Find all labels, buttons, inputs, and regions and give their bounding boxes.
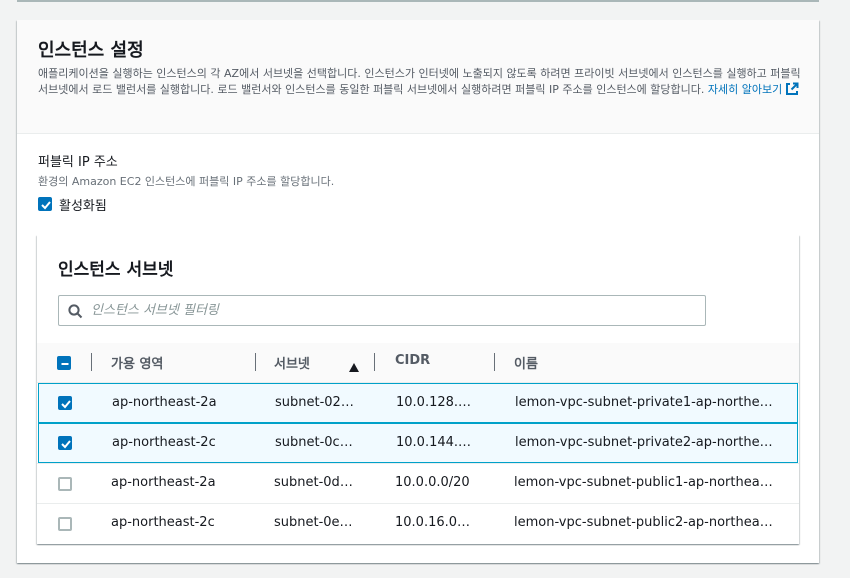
cell-subnet: subnet-0c… — [275, 435, 353, 450]
column-header-subnet[interactable]: 서브넷 — [274, 353, 310, 372]
subnet-filter-input[interactable] — [91, 300, 691, 321]
cell-name: lemon-vpc-subnet-public2-ap-northea… — [514, 515, 773, 530]
section-title: 인스턴스 설정 — [38, 40, 144, 61]
column-header-cidr[interactable]: CIDR — [395, 353, 430, 368]
indeterminate-icon — [61, 363, 69, 365]
select-all-checkbox[interactable] — [57, 356, 71, 370]
table-row[interactable]: ap-northeast-2a subnet-02… 10.0.128.… le… — [38, 383, 798, 423]
checkmark-icon — [61, 400, 71, 409]
cell-cidr: 10.0.128.… — [396, 395, 472, 410]
learn-more-link[interactable]: 자세히 알아보기 — [707, 82, 799, 96]
column-divider[interactable] — [91, 353, 92, 371]
checkmark-icon — [61, 440, 71, 449]
subnet-filter — [58, 295, 706, 326]
row-checkbox[interactable] — [58, 396, 72, 410]
table-header: 가용 영역 서브넷 CIDR 이름 — [37, 343, 799, 383]
cell-name: lemon-vpc-subnet-public1-ap-northea… — [514, 475, 773, 490]
table-row[interactable]: ap-northeast-2c subnet-0e… 10.0.16.0… le… — [37, 503, 799, 543]
cell-az: ap-northeast-2c — [112, 435, 216, 450]
instance-subnets-panel: 인스턴스 서브넷 가용 영역 서브넷 CIDR 이름 — [37, 235, 799, 544]
card-header: 인스턴스 설정 애플리케이션을 실행하는 인스턴스의 각 AZ에서 서브넷을 선… — [17, 20, 819, 134]
search-icon — [68, 304, 83, 323]
cell-az: ap-northeast-2a — [111, 475, 216, 490]
public-ip-enabled-label[interactable]: 활성화됨 — [59, 195, 107, 214]
cell-subnet: subnet-0e… — [274, 515, 353, 530]
column-header-az[interactable]: 가용 영역 — [111, 353, 163, 372]
public-ip-label: 퍼블릭 IP 주소 — [38, 155, 118, 170]
table-row[interactable]: ap-northeast-2a subnet-0d… 10.0.0.0/20 l… — [37, 463, 799, 503]
public-ip-description: 환경의 Amazon EC2 인스턴스에 퍼블릭 IP 주소를 할당합니다. — [38, 175, 335, 188]
column-divider[interactable] — [374, 353, 375, 371]
cell-subnet: subnet-02… — [275, 395, 354, 410]
row-checkbox[interactable] — [58, 477, 72, 491]
row-checkbox[interactable] — [58, 436, 72, 450]
column-divider[interactable] — [255, 353, 256, 371]
checkmark-icon — [41, 201, 51, 210]
section-description: 애플리케이션을 실행하는 인스턴스의 각 AZ에서 서브넷을 선택합니다. 인스… — [38, 66, 802, 101]
cell-subnet: subnet-0d… — [274, 475, 353, 490]
external-link-icon — [785, 82, 799, 101]
instance-settings-card: 인스턴스 설정 애플리케이션을 실행하는 인스턴스의 각 AZ에서 서브넷을 선… — [17, 20, 819, 563]
section-description-text: 애플리케이션을 실행하는 인스턴스의 각 AZ에서 서브넷을 선택합니다. 인스… — [38, 67, 801, 96]
sort-ascending-icon[interactable] — [349, 357, 359, 376]
cell-cidr: 10.0.0.0/20 — [395, 475, 470, 490]
row-checkbox[interactable] — [58, 517, 72, 531]
cell-name: lemon-vpc-subnet-private2-ap-northe… — [515, 435, 773, 450]
learn-more-label: 자세히 알아보기 — [707, 83, 783, 96]
column-header-name[interactable]: 이름 — [514, 353, 538, 372]
column-divider[interactable] — [494, 353, 495, 371]
table-row[interactable]: ap-northeast-2c subnet-0c… 10.0.144.… le… — [38, 423, 798, 463]
cell-cidr: 10.0.144.… — [396, 435, 472, 450]
cell-az: ap-northeast-2c — [111, 515, 215, 530]
public-ip-enabled-checkbox[interactable] — [38, 197, 52, 211]
cell-az: ap-northeast-2a — [112, 395, 217, 410]
previous-section-divider — [17, 0, 819, 2]
cell-cidr: 10.0.16.0… — [395, 515, 471, 530]
cell-name: lemon-vpc-subnet-private1-ap-northe… — [515, 395, 773, 410]
subnets-title: 인스턴스 서브넷 — [58, 260, 174, 280]
